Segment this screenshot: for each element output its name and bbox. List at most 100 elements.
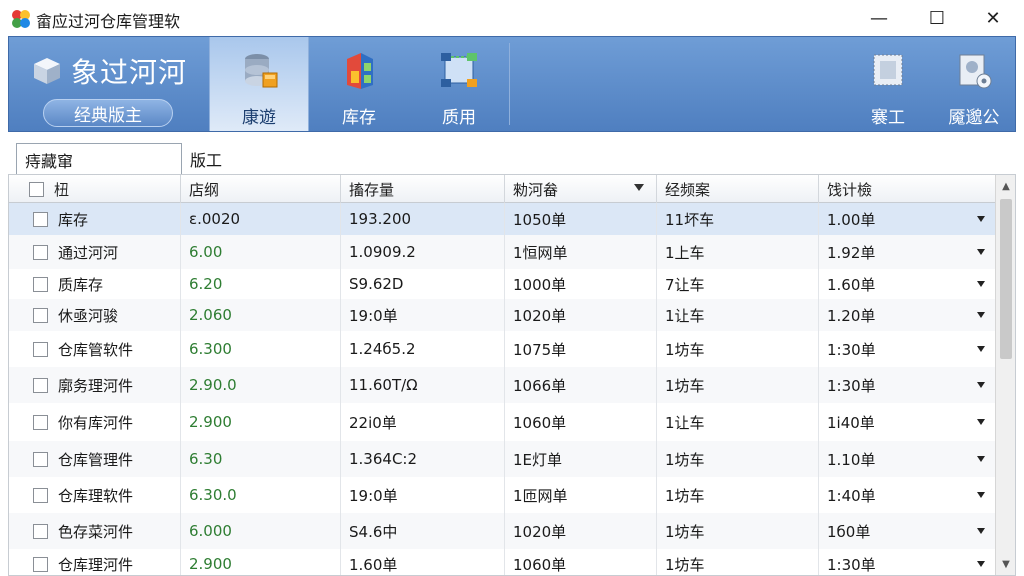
dropdown-arrow-icon[interactable] <box>977 312 985 318</box>
table-cell: 1050单 <box>505 203 657 235</box>
row-total-dropdown[interactable]: 1i40单 <box>819 403 995 441</box>
ribbon-button-network[interactable]: 质用 <box>409 37 509 131</box>
grid-header: 杻 店纲 搐存量 勑河畚 经频案 饯计檢 <box>9 175 995 203</box>
table-cell: 1060单 <box>505 403 657 441</box>
ribbon-button-warehouse[interactable]: 库存 <box>309 37 409 131</box>
ribbon-toolbar: 象过河河 经典版主 康遊 库存 质用 褰工 魇邈公 <box>8 36 1016 132</box>
tab-work[interactable]: 版工 <box>182 143 262 175</box>
dropdown-arrow-icon[interactable] <box>977 281 985 287</box>
row-name-cell: 你有库河件 <box>9 403 181 441</box>
table-cell: S4.6中 <box>341 513 505 549</box>
table-cell: 1020单 <box>505 513 657 549</box>
ribbon-button-database[interactable]: 康遊 <box>209 37 309 131</box>
ribbon-label: 库存 <box>342 108 376 128</box>
ribbon-button-stamp[interactable]: 褰工 <box>843 37 933 131</box>
row-checkbox[interactable] <box>33 341 48 357</box>
table-row[interactable]: 色存菜河件 6.000 S4.6中 1020单 1坊车 1б0单 <box>9 513 995 549</box>
row-checkbox[interactable] <box>33 451 48 467</box>
row-name-cell: 仓库理河件 <box>9 549 181 575</box>
dropdown-arrow-icon[interactable] <box>977 382 985 388</box>
dropdown-arrow-icon[interactable] <box>977 216 985 222</box>
table-cell: ε.0020 <box>181 203 341 235</box>
row-total-dropdown[interactable]: 1:30单 <box>819 549 995 575</box>
table-cell: 6.300 <box>181 331 341 367</box>
dropdown-arrow-icon[interactable] <box>977 419 985 425</box>
edition-button[interactable]: 经典版主 <box>43 99 173 127</box>
row-total-dropdown[interactable]: 1:30单 <box>819 367 995 403</box>
table-row[interactable]: 仓库管软件 6.300 1.24б5.2 1075单 1坊车 1:30单 <box>9 331 995 367</box>
table-row[interactable]: 仓库理河件 2.900 1.60单 1060单 1坊车 1:30单 <box>9 549 995 575</box>
row-name-cell: 色存菜河件 <box>9 513 181 549</box>
dropdown-arrow-icon[interactable] <box>977 249 985 255</box>
row-checkbox[interactable] <box>33 487 48 503</box>
dropdown-arrow-icon[interactable] <box>977 346 985 352</box>
title-bar: 畲应过河仓库管理软 — ☐ ✕ <box>0 0 1024 36</box>
table-cell: 1让车 <box>657 403 819 441</box>
row-total-dropdown[interactable]: 1.60单 <box>819 269 995 299</box>
table-row[interactable]: 库存 ε.0020 193.200 1050单 11坏车 1.00单 <box>9 203 995 235</box>
sort-down-icon <box>634 184 644 191</box>
table-row[interactable]: 通过河河 6.00 1.0909.2 1恒网单 1上车 1.92单 <box>9 235 995 269</box>
column-header-total[interactable]: 饯计檢 <box>819 175 995 203</box>
column-header-vehicle[interactable]: 经频案 <box>657 175 819 203</box>
row-checkbox[interactable] <box>33 523 48 539</box>
row-total-dropdown[interactable]: 1б0单 <box>819 513 995 549</box>
column-header-stock[interactable]: 搐存量 <box>341 175 505 203</box>
dropdown-arrow-icon[interactable] <box>977 456 985 462</box>
table-cell: 7让车 <box>657 269 819 299</box>
table-cell: 1让车 <box>657 299 819 331</box>
vertical-scrollbar[interactable]: ▲ ▼ <box>995 175 1015 575</box>
row-total-dropdown[interactable]: 1.20单 <box>819 299 995 331</box>
table-row[interactable]: 质库存 6.20 S9.62D 1000单 7让车 1.60单 <box>9 269 995 299</box>
minimize-button[interactable]: — <box>852 0 906 36</box>
row-checkbox[interactable] <box>33 307 48 323</box>
table-cell: 2.060 <box>181 299 341 331</box>
row-total-dropdown[interactable]: 1.00单 <box>819 203 995 235</box>
row-total-dropdown[interactable]: 1.10单 <box>819 441 995 477</box>
row-name-cell: 仓库管理件 <box>9 441 181 477</box>
scroll-up-icon[interactable]: ▲ <box>996 177 1015 195</box>
select-all-checkbox[interactable] <box>29 181 44 197</box>
table-row[interactable]: 仓库管理件 6.30 1.364C:2 1Ε灯单 1坊车 1.10单 <box>9 441 995 477</box>
row-checkbox[interactable] <box>33 556 48 572</box>
ribbon-button-user-settings[interactable]: 魇邈公 <box>931 37 1017 131</box>
close-button[interactable]: ✕ <box>966 0 1020 36</box>
table-cell: 2.900 <box>181 549 341 575</box>
scrollbar-thumb[interactable] <box>1000 199 1012 359</box>
maximize-button[interactable]: ☐ <box>910 0 964 36</box>
network-icon <box>441 53 477 87</box>
table-row[interactable]: 休亟河骏 2.060 19:0单 1020单 1让车 1.20单 <box>9 299 995 331</box>
ribbon-separator <box>509 43 510 125</box>
dropdown-arrow-icon[interactable] <box>977 528 985 534</box>
row-name-cell: 仓库理软件 <box>9 477 181 513</box>
row-checkbox[interactable] <box>33 244 48 260</box>
row-name-cell: 廓务理河件 <box>9 367 181 403</box>
row-checkbox[interactable] <box>33 414 48 430</box>
ribbon-label: 魇邈公 <box>948 108 1000 128</box>
tab-inventory[interactable]: 痔藏窜 <box>16 143 182 175</box>
table-row[interactable]: 仓库理软件 6.30.0 19:0单 1匝网单 1坊车 1:40单 <box>9 477 995 513</box>
row-total-dropdown[interactable]: 1.92单 <box>819 235 995 269</box>
table-cell: 2.90.0 <box>181 367 341 403</box>
dropdown-arrow-icon[interactable] <box>977 561 985 567</box>
column-header-orders[interactable]: 勑河畚 <box>505 175 657 203</box>
table-cell: 19:0单 <box>341 477 505 513</box>
tab-strip: 痔藏窜 版工 <box>8 140 1016 175</box>
row-checkbox[interactable] <box>33 276 48 292</box>
table-cell: 1匝网单 <box>505 477 657 513</box>
scroll-down-icon[interactable]: ▼ <box>996 555 1015 573</box>
ribbon-label: 康遊 <box>242 108 276 128</box>
column-header-name[interactable]: 杻 <box>9 175 181 203</box>
table-row[interactable]: 你有库河件 2.900 22i0单 1060单 1让车 1i40单 <box>9 403 995 441</box>
row-checkbox[interactable] <box>33 377 48 393</box>
stamp-icon <box>873 54 903 86</box>
dropdown-arrow-icon[interactable] <box>977 492 985 498</box>
column-header-price[interactable]: 店纲 <box>181 175 341 203</box>
table-cell: 6.000 <box>181 513 341 549</box>
row-checkbox[interactable] <box>33 211 48 227</box>
row-total-dropdown[interactable]: 1:40单 <box>819 477 995 513</box>
table-cell: 11.60T/Ω <box>341 367 505 403</box>
table-row[interactable]: 廓务理河件 2.90.0 11.60T/Ω 1066单 1坊车 1:30单 <box>9 367 995 403</box>
table-cell: 1066单 <box>505 367 657 403</box>
row-total-dropdown[interactable]: 1:30单 <box>819 331 995 367</box>
